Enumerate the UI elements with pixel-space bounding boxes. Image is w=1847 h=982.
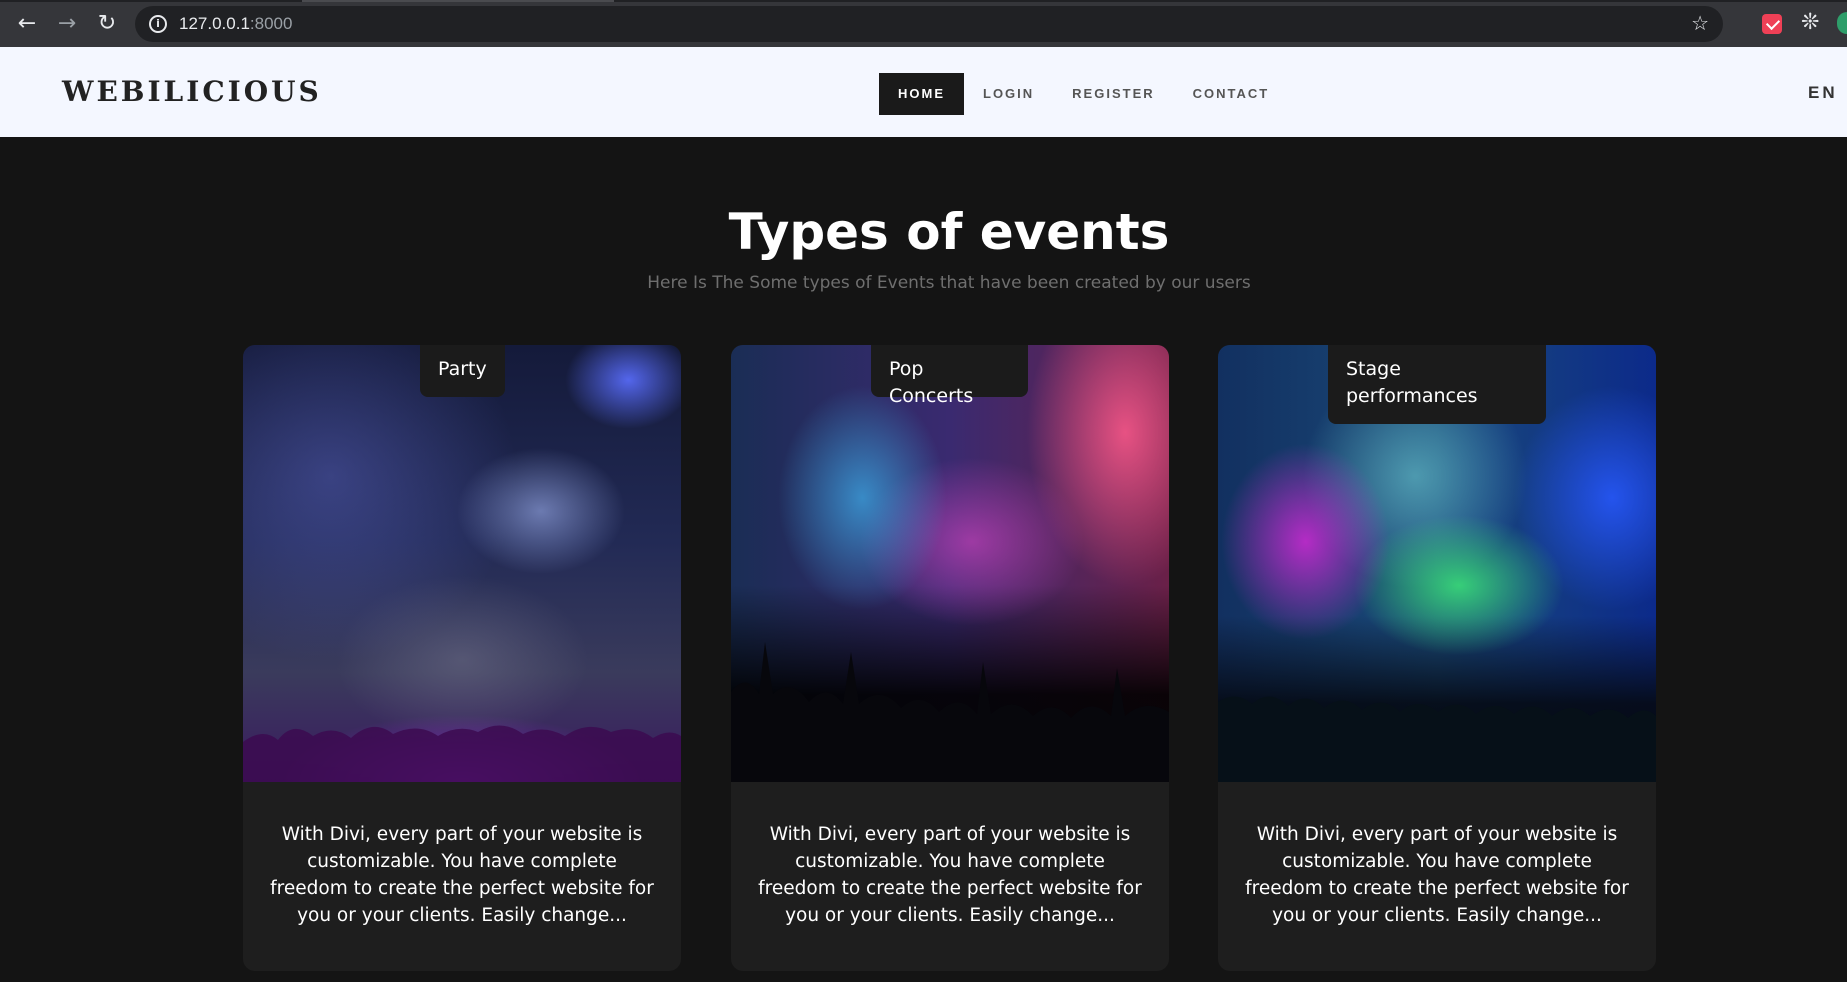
arrow-right-icon: → xyxy=(57,11,77,36)
main-nav: HOME LOGIN REGISTER CONTACT xyxy=(879,73,1288,115)
address-bar[interactable]: i 127.0.0.1:8000 ☆ xyxy=(135,6,1723,42)
crowd-silhouette xyxy=(731,642,1169,782)
nav-home[interactable]: HOME xyxy=(879,73,964,115)
arrow-left-icon: ← xyxy=(17,11,37,36)
event-card-stage-performances[interactable]: Stage performances With Divi, every part… xyxy=(1218,345,1656,971)
active-tab-indicator xyxy=(302,0,614,2)
event-image-pop-concerts xyxy=(731,345,1169,782)
reload-icon: ↻ xyxy=(97,11,117,36)
event-description-party: With Divi, every part of your website is… xyxy=(270,824,654,926)
star-icon[interactable]: ☆ xyxy=(1691,11,1709,35)
section-title: Types of events xyxy=(728,203,1170,261)
address-url[interactable]: 127.0.0.1:8000 xyxy=(179,14,292,34)
tab-strip xyxy=(0,0,1847,2)
url-host: 127.0.0.1 xyxy=(179,14,250,33)
event-label-pop-concerts: Pop Concerts xyxy=(871,345,1028,407)
crowd-silhouette xyxy=(1218,696,1656,782)
event-description-pop-concerts: With Divi, every part of your website is… xyxy=(758,824,1142,926)
pocket-icon[interactable] xyxy=(1762,14,1782,34)
reload-button[interactable]: ↻ xyxy=(92,10,122,38)
nav-login[interactable]: LOGIN xyxy=(964,73,1053,115)
event-label-stage-performances: Stage performances xyxy=(1328,345,1546,424)
back-button[interactable]: ← xyxy=(12,10,42,38)
event-image-party xyxy=(243,345,681,782)
event-card-party[interactable]: Party With Divi, every part of your webs… xyxy=(243,345,681,971)
puzzle-icon[interactable]: ❊ xyxy=(1801,10,1819,35)
event-card-pop-concerts[interactable]: Pop Concerts With Divi, every part of yo… xyxy=(731,345,1169,971)
site-logo[interactable]: WEBILICIOUS xyxy=(62,75,322,108)
url-port: :8000 xyxy=(249,14,293,33)
browser-toolbar: ← → ↻ i 127.0.0.1:8000 ☆ ❊ xyxy=(0,0,1847,47)
nav-contact[interactable]: CONTACT xyxy=(1174,73,1289,115)
event-label-party: Party xyxy=(420,345,505,397)
profile-avatar[interactable] xyxy=(1837,12,1847,34)
event-description-stage-performances: With Divi, every part of your website is… xyxy=(1245,824,1629,926)
info-icon[interactable]: i xyxy=(149,15,167,33)
language-switcher[interactable]: EN xyxy=(1808,83,1838,103)
nav-register[interactable]: REGISTER xyxy=(1053,73,1173,115)
section-subtitle: Here Is The Some types of Events that ha… xyxy=(647,273,1251,293)
site-header: WEBILICIOUS HOME LOGIN REGISTER CONTACT … xyxy=(0,47,1847,137)
forward-button[interactable]: → xyxy=(52,10,82,38)
crowd-silhouette xyxy=(243,725,681,782)
